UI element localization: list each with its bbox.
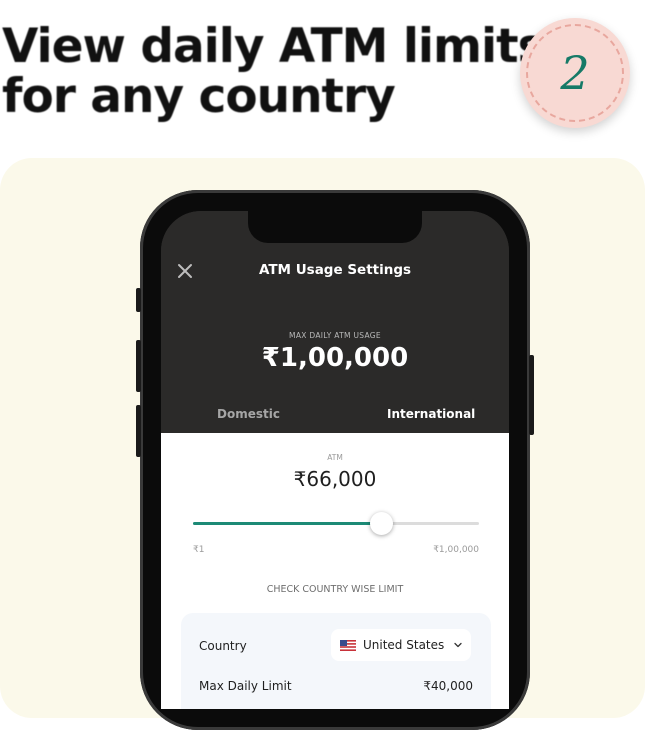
screen-title: ATM Usage Settings: [258, 262, 412, 278]
slider-min-label: ₹1: [193, 545, 205, 555]
phone-power-button: [529, 355, 534, 435]
country-limit-card: Country United States Max Daily Limit ₹4…: [181, 613, 491, 709]
slider-fill: [193, 522, 382, 525]
atm-label: ATM: [327, 453, 343, 462]
us-flag-icon: [340, 639, 356, 651]
slider-max-label: ₹1,00,000: [433, 545, 479, 555]
phone-volume-up-button: [136, 340, 141, 392]
tab-domestic[interactable]: Domestic: [217, 407, 280, 421]
check-country-limit-label: CHECK COUNTRY WISE LIMIT: [266, 584, 404, 595]
settings-header: ATM Usage Settings MAX DAILY ATM USAGE ₹…: [161, 211, 509, 433]
headline-line-1: View daily ATM limits: [2, 19, 546, 74]
phone-notch: [248, 211, 422, 243]
step-badge: 2: [520, 18, 630, 128]
phone-volume-down-button: [136, 405, 141, 457]
headline-line-2: for any country: [2, 69, 396, 124]
atm-limit-slider[interactable]: [193, 512, 479, 535]
slider-thumb[interactable]: [370, 512, 394, 535]
country-selected-value: United States: [363, 638, 445, 652]
max-daily-limit-label: Max Daily Limit: [199, 679, 292, 693]
country-label: Country: [199, 639, 247, 653]
step-number: 2: [560, 46, 590, 100]
max-daily-limit-value: ₹40,000: [423, 679, 473, 693]
max-usage-label: MAX DAILY ATM USAGE: [289, 331, 381, 340]
phone-screen: ATM Usage Settings MAX DAILY ATM USAGE ₹…: [161, 211, 509, 709]
tab-international[interactable]: International: [387, 407, 475, 421]
headline: View daily ATM limits for any country: [2, 19, 546, 124]
chevron-down-icon: [454, 642, 462, 648]
phone-side-button: [136, 288, 141, 312]
country-dropdown[interactable]: United States: [331, 629, 471, 661]
atm-value: ₹66,000: [293, 467, 377, 491]
atm-settings-panel: ATM ₹66,000 ₹1 ₹1,00,000 CHECK COUNTRY W…: [161, 433, 509, 709]
max-usage-value: ₹1,00,000: [261, 343, 409, 373]
